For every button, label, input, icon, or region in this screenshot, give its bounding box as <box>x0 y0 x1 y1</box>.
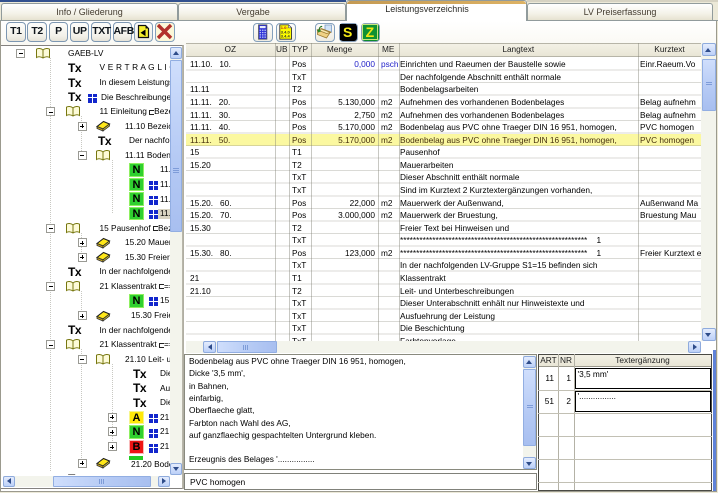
svg-text:3.4.4: 3.4.4 <box>281 33 291 38</box>
